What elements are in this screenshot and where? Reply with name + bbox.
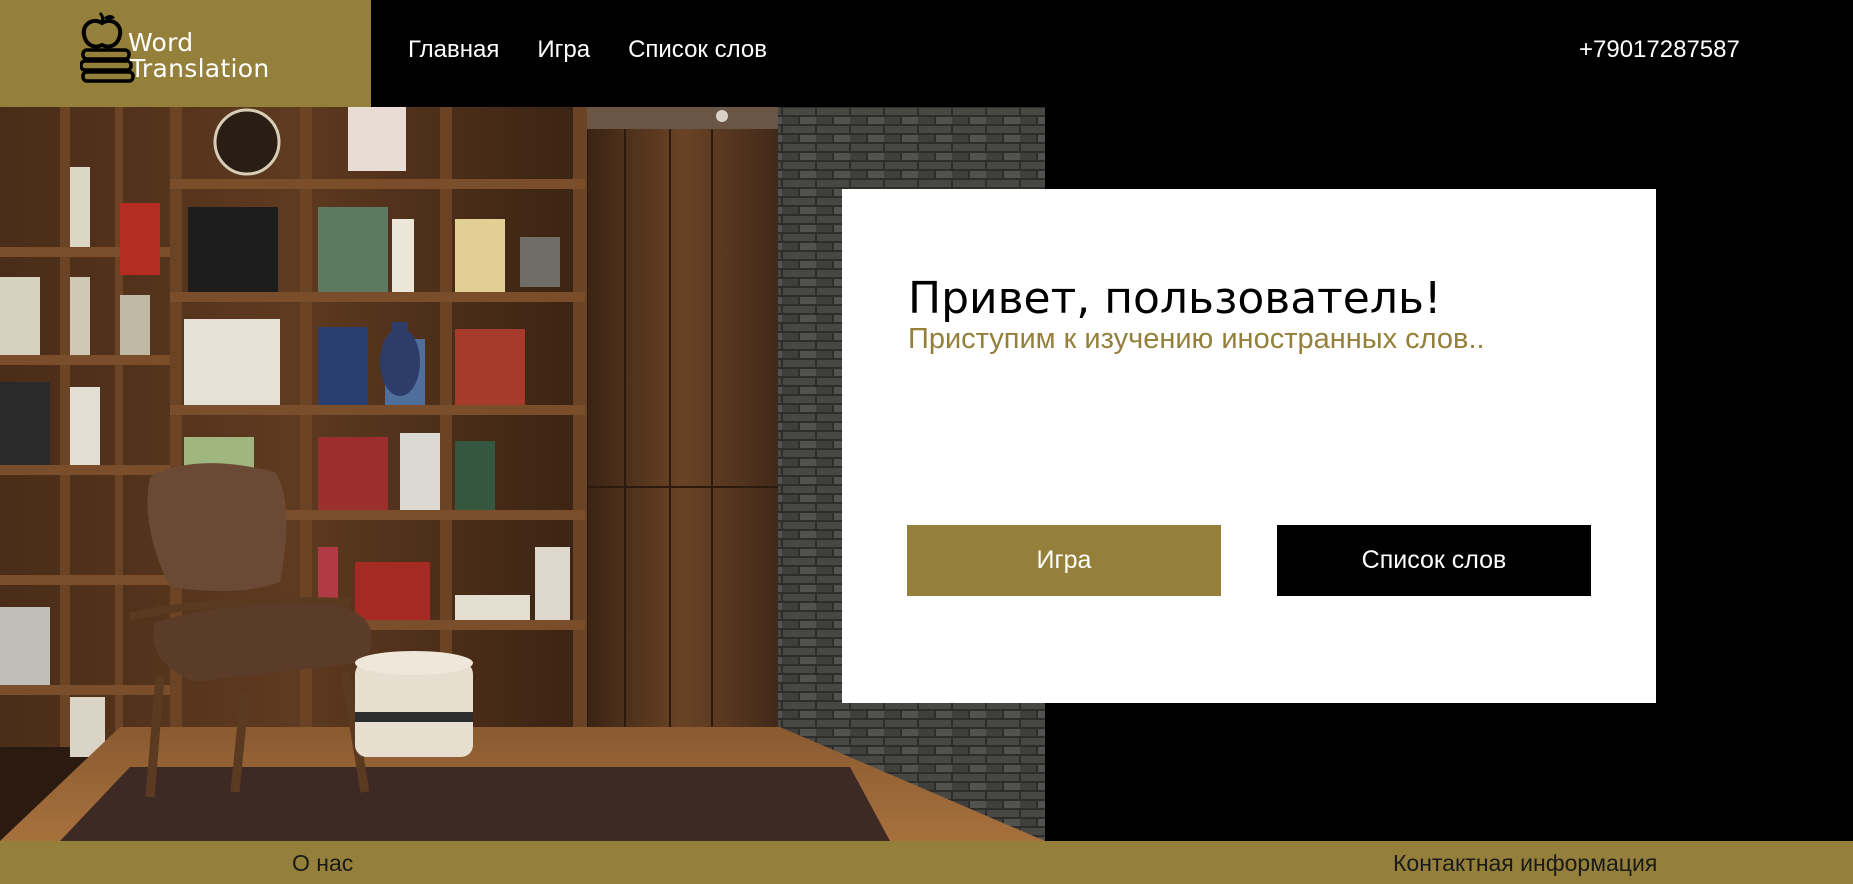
welcome-card: Привет, пользователь! Приступим к изучен… bbox=[842, 189, 1656, 703]
welcome-title: Привет, пользователь! bbox=[908, 273, 1442, 324]
phone-link[interactable]: +79017287587 bbox=[1579, 36, 1740, 64]
game-button[interactable]: Игра bbox=[907, 525, 1221, 596]
word-list-button[interactable]: Список слов bbox=[1277, 525, 1591, 596]
site-footer: О нас Контактная информация bbox=[0, 841, 1853, 884]
nav-home[interactable]: Главная bbox=[408, 36, 499, 64]
footer-contacts-link[interactable]: Контактная информация bbox=[1393, 850, 1657, 877]
logo-line1: Word bbox=[128, 28, 194, 57]
main-nav: Главная Игра Список слов bbox=[408, 36, 767, 64]
footer-about-link[interactable]: О нас bbox=[292, 850, 353, 877]
logo[interactable]: Word Translation bbox=[0, 0, 371, 107]
logo-line2: Translation bbox=[130, 54, 270, 83]
welcome-subtitle: Приступим к изучению иностранных слов.. bbox=[908, 323, 1485, 355]
nav-game[interactable]: Игра bbox=[537, 36, 590, 64]
logo-text: Word Translation bbox=[128, 30, 270, 82]
nav-word-list[interactable]: Список слов bbox=[628, 36, 767, 64]
site-header: Word Translation Главная Игра Список сло… bbox=[0, 0, 1853, 107]
